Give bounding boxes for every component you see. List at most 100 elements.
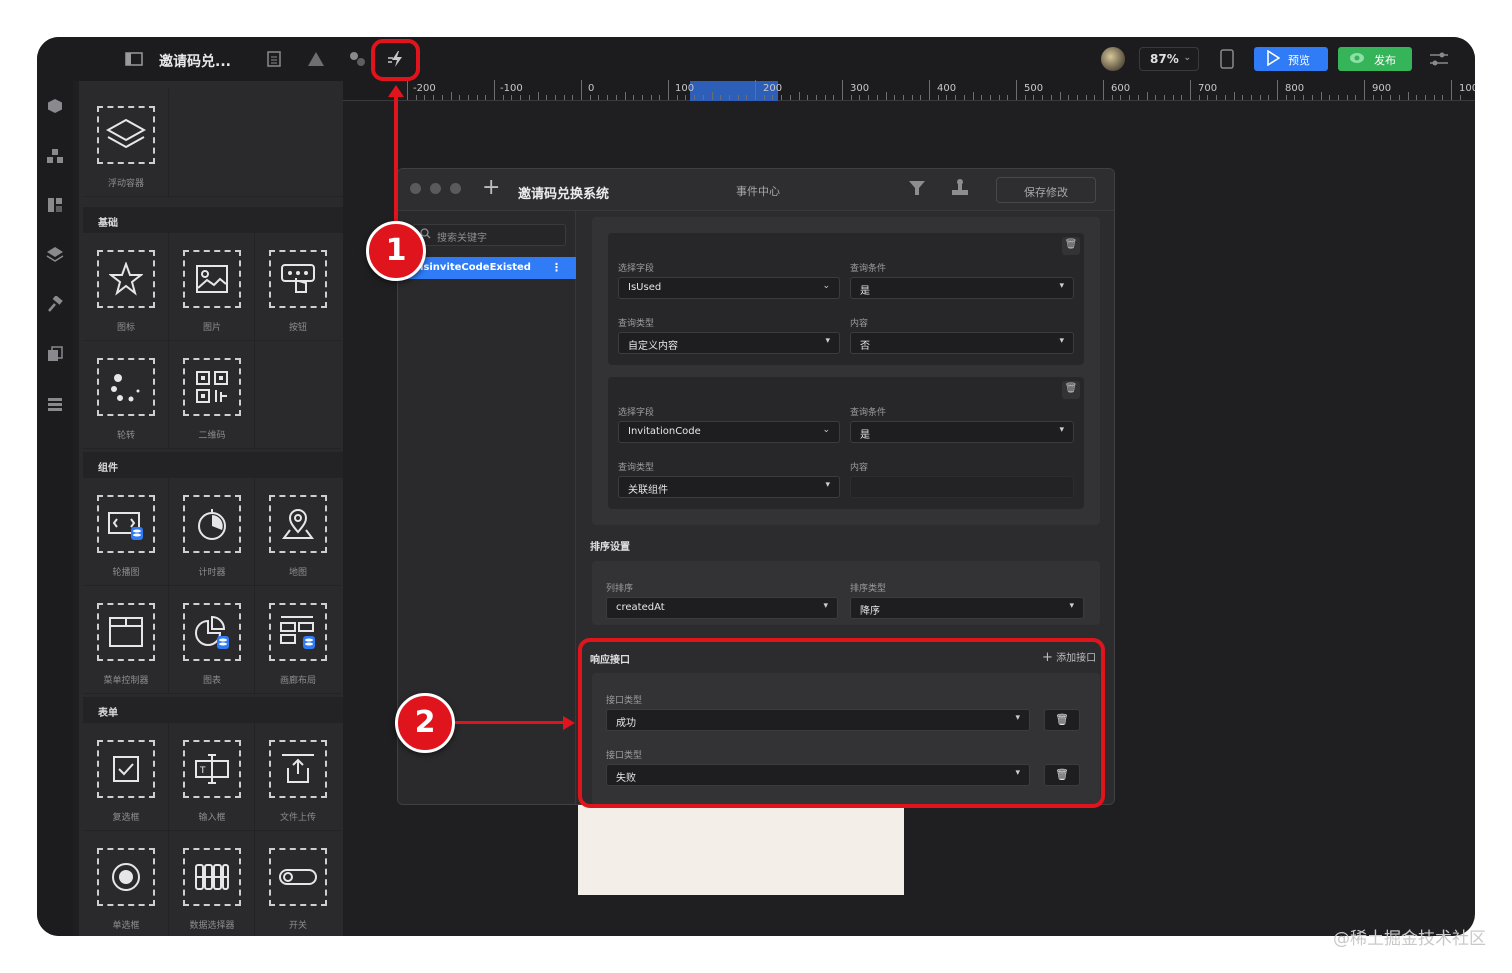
- stamp-icon[interactable]: [950, 179, 970, 201]
- ruler-tick: [1224, 95, 1226, 100]
- triangle-icon[interactable]: [305, 48, 327, 70]
- event-list-item[interactable]: isinviteCodeExisted ⋮: [398, 257, 576, 279]
- hammer-icon[interactable]: [46, 295, 64, 313]
- ruler-tick: [1007, 95, 1009, 100]
- component-toggle[interactable]: 开关: [255, 831, 341, 936]
- publish-button[interactable]: 发布: [1338, 47, 1412, 71]
- mobile-device-icon[interactable]: [1216, 48, 1238, 70]
- ruler-label: 400: [937, 83, 957, 94]
- components-icon[interactable]: [46, 147, 64, 165]
- ruler-tick: [1094, 95, 1096, 100]
- component-qrcode[interactable]: 二维码: [169, 341, 255, 449]
- chevron-down-icon: ▾: [825, 480, 830, 490]
- nodes-icon[interactable]: [347, 48, 369, 70]
- settings-sliders-icon[interactable]: [1428, 48, 1450, 70]
- component-timer[interactable]: 计时器: [169, 478, 255, 586]
- component-button[interactable]: 按钮: [255, 233, 341, 341]
- ruler-tick: [1111, 95, 1113, 100]
- preview-button[interactable]: 预览: [1254, 47, 1328, 71]
- ruler-tick: [1320, 92, 1322, 100]
- window-maximize-dot[interactable]: [450, 183, 461, 194]
- event-search-input[interactable]: 搜索关键字: [412, 224, 566, 246]
- window-minimize-dot[interactable]: [430, 183, 441, 194]
- ruler-tick: [1129, 95, 1131, 100]
- layers-icon[interactable]: [46, 245, 64, 263]
- sidebar-toggle-icon[interactable]: [123, 48, 145, 70]
- layout-icon[interactable]: [46, 196, 64, 214]
- pie-chart-icon: [183, 603, 241, 661]
- component-gallery[interactable]: 画廊布局: [255, 586, 341, 694]
- ruler-tick: [1337, 95, 1339, 100]
- timer-icon: [183, 495, 241, 553]
- component-checkbox[interactable]: 复选框: [83, 723, 169, 831]
- ruler-tick: [989, 95, 991, 100]
- document-icon[interactable]: [263, 48, 285, 70]
- ruler-tick: [581, 80, 582, 100]
- zoom-select[interactable]: 87% ⌄: [1139, 47, 1199, 71]
- condition-select[interactable]: 是 ▾: [850, 421, 1074, 443]
- component-data-picker[interactable]: 数据选择器: [169, 831, 255, 936]
- window-close-dot[interactable]: [410, 183, 421, 194]
- chevron-down-icon: ▾: [823, 601, 828, 611]
- dialog-center-title: 事件中心: [736, 185, 780, 198]
- component-menu-controller[interactable]: 菜单控制器: [83, 586, 169, 694]
- column-sort-select[interactable]: createdAt ▾: [606, 597, 838, 619]
- content-empty-field[interactable]: [850, 476, 1074, 498]
- component-image[interactable]: 图片: [169, 233, 255, 341]
- ruler-tick: [572, 95, 574, 100]
- component-chart[interactable]: 图表: [169, 586, 255, 694]
- canvas-page[interactable]: [578, 805, 904, 895]
- field-select[interactable]: InvitationCode ⌄: [618, 421, 840, 443]
- component-label: 轮播图: [112, 568, 140, 578]
- ruler-tick: [563, 95, 565, 100]
- trash-icon[interactable]: 🗑: [1062, 381, 1080, 399]
- ruler-tick: [1451, 80, 1452, 100]
- ruler-label: 1000: [1459, 83, 1475, 94]
- component-map[interactable]: 地图: [255, 478, 341, 586]
- star-icon: [97, 250, 155, 308]
- ruler-tick: [624, 92, 626, 100]
- field-select[interactable]: IsUsed ⌄: [618, 277, 840, 299]
- component-radio[interactable]: 单选框: [83, 831, 169, 936]
- filter-icon[interactable]: [908, 179, 926, 201]
- ruler-tick: [1329, 95, 1331, 100]
- component-file-upload[interactable]: 文件上传: [255, 723, 341, 831]
- add-event-icon[interactable]: +: [482, 175, 500, 200]
- list-icon[interactable]: [46, 395, 64, 413]
- trash-icon[interactable]: 🗑: [1062, 237, 1080, 255]
- ruler-tick: [807, 95, 809, 100]
- component-text-input[interactable]: T 输入框: [169, 723, 255, 831]
- ruler-tick: [911, 95, 913, 100]
- component-spinner[interactable]: 轮转: [83, 341, 169, 449]
- query-type-select[interactable]: 自定义内容 ▾: [618, 332, 840, 354]
- ruler-tick: [1398, 95, 1400, 100]
- component-icon[interactable]: 图标: [83, 233, 169, 341]
- ruler-tick: [1163, 95, 1165, 100]
- sort-type-select[interactable]: 降序 ▾: [850, 597, 1084, 619]
- more-options-icon[interactable]: ⋮: [551, 261, 562, 274]
- highlight-response-interfaces: [578, 638, 1105, 808]
- ruler-tick: [537, 92, 539, 100]
- save-changes-button[interactable]: 保存修改: [996, 177, 1096, 203]
- query-type-select[interactable]: 关联组件 ▾: [618, 476, 840, 498]
- sort-type-value: 降序: [860, 606, 880, 617]
- publish-label: 发布: [1374, 54, 1396, 67]
- ruler-tick: [850, 95, 852, 100]
- pages-icon[interactable]: [46, 345, 64, 363]
- column-sort-value: createdAt: [616, 602, 665, 613]
- condition-select[interactable]: 是 ▾: [850, 277, 1074, 299]
- spinner-icon: [97, 358, 155, 416]
- component-carousel[interactable]: 轮播图: [83, 478, 169, 586]
- component-label: 菜单控制器: [103, 676, 149, 686]
- field-label: 选择字段: [618, 264, 655, 274]
- content-select[interactable]: 否 ▾: [850, 332, 1074, 354]
- user-avatar[interactable]: [1101, 47, 1125, 71]
- component-floating-container[interactable]: 浮动容器: [83, 89, 169, 197]
- field-value: IsUsed: [628, 282, 662, 293]
- zoom-value: 87%: [1150, 52, 1179, 66]
- cube-icon[interactable]: [46, 97, 64, 115]
- component-label: 轮转: [116, 431, 135, 441]
- query-conditions-block: 🗑 选择字段 IsUsed ⌄ 查询条件 是 ▾ 查询类型 自定义内容 ▾ 内容…: [592, 217, 1100, 525]
- ruler-tick: [1103, 80, 1104, 100]
- data-picker-icon: [183, 848, 241, 906]
